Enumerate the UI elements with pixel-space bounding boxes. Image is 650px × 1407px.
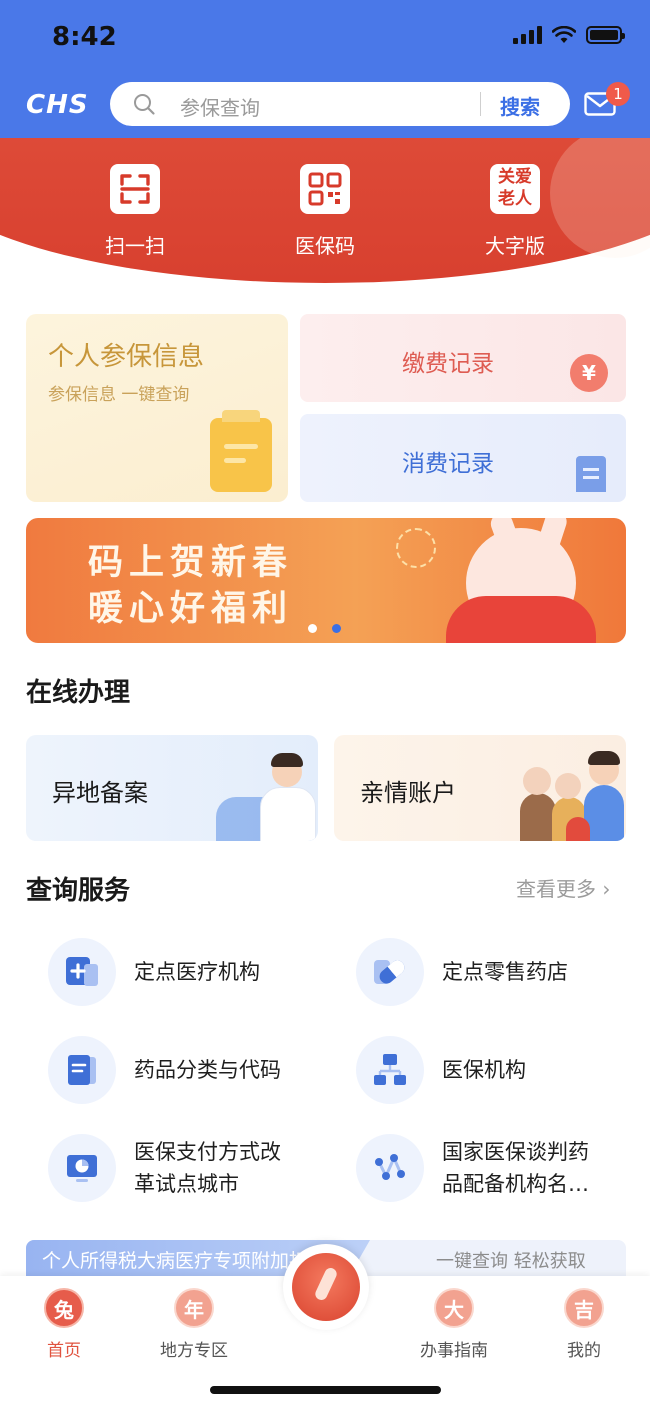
local-zone-icon: 年 bbox=[174, 1288, 214, 1328]
care-elderly-icon: 关爱 老人 bbox=[490, 164, 540, 214]
rabbit-logo-icon bbox=[292, 1253, 360, 1321]
consumption-record-title: 消费记录 bbox=[402, 451, 494, 477]
medical-insurance-agency-label: 医保机构 bbox=[442, 1058, 526, 1082]
family-figure-child bbox=[566, 817, 590, 841]
search-icon bbox=[134, 94, 155, 115]
wifi-icon bbox=[552, 26, 576, 43]
negotiated-drug-institutions-label-2: 品配备机构名… bbox=[442, 1172, 589, 1196]
remote-filing-label: 异地备案 bbox=[52, 779, 148, 807]
pill-icon bbox=[356, 938, 424, 1006]
tab-home-label: 首页 bbox=[47, 1341, 81, 1361]
payment-reform-pilot-cities-label-1: 医保支付方式改 bbox=[134, 1140, 281, 1164]
family-figure-father-hair bbox=[588, 751, 620, 765]
wallet-icon bbox=[210, 410, 272, 492]
care-text-line2: 老人 bbox=[498, 189, 532, 209]
center-rabbit-button[interactable] bbox=[283, 1244, 369, 1330]
promo-banner[interactable]: 码上贺新春 暖心好福利 bbox=[26, 518, 626, 643]
family-account-label: 亲情账户 bbox=[360, 779, 456, 807]
search-input[interactable]: 参保查询 bbox=[180, 92, 260, 121]
remote-filing-card[interactable]: 异地备案 bbox=[26, 735, 318, 841]
qr-code-label: 医保码 bbox=[295, 234, 355, 258]
designated-retail-pharmacy-label: 定点零售药店 bbox=[442, 960, 568, 984]
person-figure-hair bbox=[271, 753, 303, 767]
tab-local-zone[interactable]: 年 地方专区 bbox=[144, 1288, 244, 1361]
family-figure-grandpa bbox=[520, 793, 556, 841]
family-figure-grandpa-head bbox=[523, 767, 551, 795]
search-button[interactable]: 搜索 bbox=[500, 91, 540, 120]
hero-banner: 扫一扫 医保码 关爱 老人 大字版 bbox=[0, 138, 650, 283]
top-header: 8:42 CHS 参保查询 搜索 1 bbox=[0, 0, 650, 140]
rabbit-ear-shape bbox=[313, 1266, 339, 1302]
payment-reform-pilot-cities[interactable]: 医保支付方式改 革试点城市 bbox=[48, 1134, 328, 1202]
family-figure-father bbox=[584, 785, 624, 841]
battery-icon bbox=[586, 26, 625, 44]
home-rabbit-icon: 兔 bbox=[44, 1288, 84, 1328]
tab-local-zone-label: 地方专区 bbox=[160, 1341, 228, 1361]
query-section-title: 查询服务 bbox=[26, 876, 131, 906]
bunny-body-illustration bbox=[446, 596, 596, 643]
payment-reform-pilot-cities-label-2: 革试点城市 bbox=[134, 1172, 239, 1196]
tab-home[interactable]: 兔 首页 bbox=[14, 1288, 114, 1361]
mail-badge: 1 bbox=[606, 82, 630, 106]
carousel-dot-2-active[interactable] bbox=[332, 624, 341, 633]
drug-classification-code-label: 药品分类与代码 bbox=[134, 1058, 281, 1082]
large-font-label: 大字版 bbox=[485, 234, 545, 258]
receipt-icon bbox=[576, 456, 606, 492]
payment-record-card[interactable]: 缴费记录 ¥ bbox=[300, 314, 626, 402]
qr-code-action[interactable]: 医保码 bbox=[270, 164, 380, 259]
carousel-dot-1[interactable] bbox=[308, 624, 317, 633]
person-figure-body bbox=[260, 787, 316, 841]
home-indicator bbox=[210, 1386, 441, 1394]
view-more-link[interactable]: 查看更多 › bbox=[516, 873, 610, 902]
designated-retail-pharmacy[interactable]: 定点零售药店 bbox=[356, 938, 636, 1006]
drug-classification-code[interactable]: 药品分类与代码 bbox=[48, 1036, 328, 1104]
tab-service-guide[interactable]: 大 办事指南 bbox=[404, 1288, 504, 1361]
org-structure-icon bbox=[356, 1036, 424, 1104]
search-bar[interactable]: 参保查询 搜索 bbox=[110, 82, 570, 126]
firework-decoration bbox=[396, 528, 436, 568]
large-font-action[interactable]: 关爱 老人 大字版 bbox=[460, 164, 570, 259]
designated-medical-institution[interactable]: 定点医疗机构 bbox=[48, 938, 328, 1006]
personal-insurance-title: 个人参保信息 bbox=[48, 342, 205, 372]
tab-mine[interactable]: 吉 我的 bbox=[534, 1288, 634, 1361]
personal-insurance-subtitle: 参保信息 一键查询 bbox=[48, 385, 190, 405]
scan-action[interactable]: 扫一扫 bbox=[80, 164, 190, 259]
banner-headline-2: 暖心好福利 bbox=[88, 588, 294, 629]
network-icon bbox=[356, 1134, 424, 1202]
scan-icon bbox=[110, 164, 160, 214]
medical-institution-icon bbox=[48, 938, 116, 1006]
care-text-line1: 关爱 bbox=[498, 167, 532, 187]
status-icons bbox=[513, 26, 625, 44]
mine-icon: 吉 bbox=[564, 1288, 604, 1328]
drug-catalog-icon bbox=[48, 1036, 116, 1104]
qr-code-icon bbox=[300, 164, 350, 214]
tab-service-guide-label: 办事指南 bbox=[420, 1341, 488, 1361]
notice-right-text: 一键查询 轻松获取 bbox=[436, 1251, 586, 1272]
payment-record-title: 缴费记录 bbox=[402, 351, 494, 377]
banner-headline-1: 码上贺新春 bbox=[88, 542, 294, 583]
pie-chart-monitor-icon bbox=[48, 1134, 116, 1202]
family-figure-grandma-head bbox=[555, 773, 581, 799]
tab-mine-label: 我的 bbox=[567, 1341, 601, 1361]
search-divider bbox=[480, 92, 481, 116]
service-guide-icon: 大 bbox=[434, 1288, 474, 1328]
consumption-record-card[interactable]: 消费记录 bbox=[300, 414, 626, 502]
yen-icon: ¥ bbox=[570, 354, 608, 392]
status-time: 8:42 bbox=[52, 22, 117, 52]
personal-insurance-card[interactable]: 个人参保信息 参保信息 一键查询 bbox=[26, 314, 288, 502]
online-section-title: 在线办理 bbox=[26, 678, 131, 708]
scan-label: 扫一扫 bbox=[105, 234, 165, 258]
cellular-signal-icon bbox=[513, 26, 542, 44]
designated-medical-institution-label: 定点医疗机构 bbox=[134, 960, 260, 984]
negotiated-drug-institutions[interactable]: 国家医保谈判药 品配备机构名… bbox=[356, 1134, 636, 1202]
medical-insurance-agency[interactable]: 医保机构 bbox=[356, 1036, 636, 1104]
chs-logo: CHS bbox=[26, 90, 89, 120]
negotiated-drug-institutions-label-1: 国家医保谈判药 bbox=[442, 1140, 589, 1164]
family-account-card[interactable]: 亲情账户 bbox=[334, 735, 626, 841]
